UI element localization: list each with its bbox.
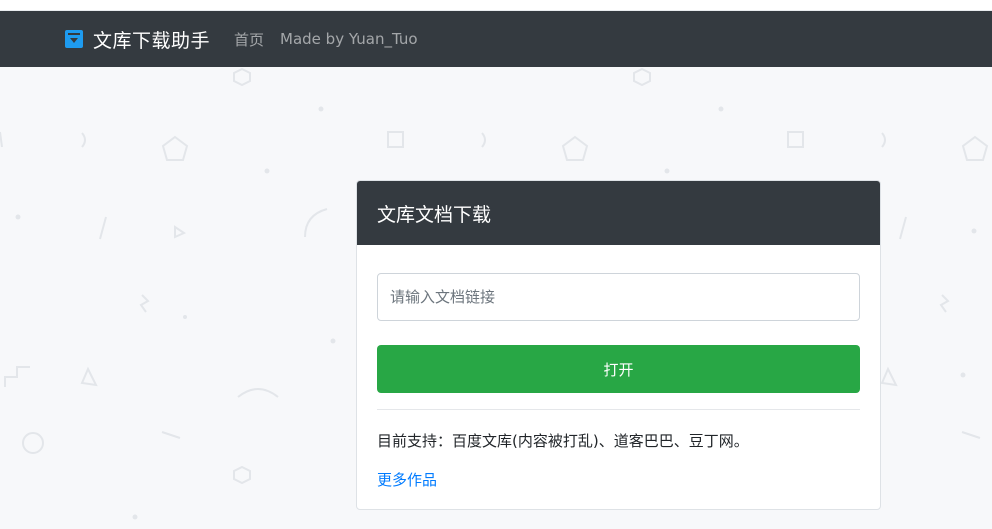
- supported-sites-text: 目前支持：百度文库(内容被打乱)、道客巴巴、豆丁网。: [377, 432, 749, 450]
- open-button[interactable]: 打开: [377, 345, 860, 393]
- top-strip: [0, 0, 992, 11]
- brand-title: 文库下载助手: [93, 29, 211, 52]
- download-box-icon: [65, 30, 83, 48]
- navbar-brand[interactable]: 文库下载助手: [65, 26, 210, 53]
- nav-link-author[interactable]: Made by Yuan_Tuo: [280, 30, 418, 48]
- document-link-input[interactable]: [377, 273, 860, 321]
- divider: [377, 409, 860, 410]
- more-works-link[interactable]: 更多作品: [377, 469, 437, 490]
- card-body: 打开 目前支持：百度文库(内容被打乱)、道客巴巴、豆丁网。 更多作品: [357, 245, 880, 490]
- download-card: 文库文档下载 打开 目前支持：百度文库(内容被打乱)、道客巴巴、豆丁网。 更多作…: [356, 180, 881, 510]
- nav-link-home[interactable]: 首页: [234, 29, 264, 50]
- navbar: 文库下载助手 首页 Made by Yuan_Tuo: [0, 11, 992, 67]
- card-title: 文库文档下载: [357, 181, 880, 245]
